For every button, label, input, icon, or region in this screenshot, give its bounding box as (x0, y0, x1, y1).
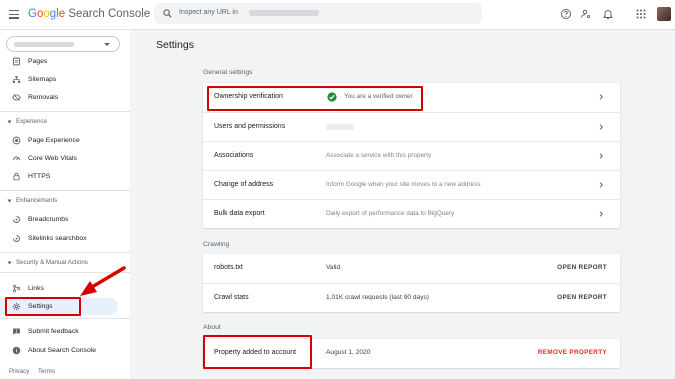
remove-property-button[interactable]: REMOVE PROPERTY (538, 349, 607, 356)
sidebar-item-submit-feedback[interactable]: Submit feedback (0, 324, 125, 338)
property-selector[interactable] (6, 36, 120, 52)
account-avatar[interactable] (657, 7, 671, 21)
breadcrumbs-icon (13, 215, 20, 223)
chevron-right-icon (599, 153, 604, 159)
sidebar-item-page-experience[interactable]: Page Experience (0, 133, 125, 147)
section-header-enhancements[interactable]: Enhancements (7, 197, 57, 204)
sidebar-item-https[interactable]: HTTPS (0, 169, 125, 183)
crawling-title: Crawling (203, 241, 230, 248)
section-header-experience[interactable]: Experience (7, 118, 47, 125)
search-icon (163, 9, 172, 18)
crawling-card: robots.txt Valid OPEN REPORT Crawl stats… (203, 254, 620, 312)
apps-grid-icon[interactable] (635, 8, 647, 20)
associations-row[interactable]: Associations Associate a service with th… (203, 141, 620, 170)
change-of-address-row[interactable]: Change of address Inform Google when you… (203, 170, 620, 199)
sidebar-item-sitemaps[interactable]: Sitemaps (0, 72, 125, 86)
app-logo[interactable]: Google Search Console (28, 8, 150, 20)
users-permissions-row[interactable]: Users and permissions (203, 112, 620, 141)
info-icon (12, 346, 21, 354)
chevron-right-icon (599, 211, 604, 217)
chevron-right-icon (599, 182, 604, 188)
expand-caret-icon (7, 261, 12, 264)
core-web-vitals-icon (13, 156, 20, 160)
robots-txt-row: robots.txt Valid OPEN REPORT (214, 264, 607, 271)
chevron-down-icon (104, 43, 110, 46)
sidebar-item-removals[interactable]: Removals (0, 90, 125, 104)
redacted-property-name (14, 42, 74, 47)
sidebar-item-links[interactable]: Links (0, 281, 125, 295)
expand-caret-icon (7, 120, 12, 123)
redacted-user-count (326, 124, 354, 130)
highlight-box-property-added (203, 335, 312, 369)
notifications-bell-icon[interactable] (602, 8, 614, 20)
sidebar-item-breadcrumbs[interactable]: Breadcrumbs (0, 212, 125, 226)
page-experience-icon (12, 136, 21, 144)
crawl-stats-row: Crawl stats 1.01K crawl requests (last 9… (203, 283, 620, 312)
lock-icon (13, 172, 20, 180)
top-app-bar: Google Search Console Inspect any URL in (0, 0, 675, 30)
chevron-right-icon (599, 94, 604, 100)
help-icon[interactable] (560, 8, 572, 20)
page-title: Settings (156, 39, 194, 51)
terms-link[interactable]: Terms (38, 368, 55, 375)
open-report-button[interactable]: OPEN REPORT (557, 294, 607, 301)
sidebar-divider (0, 111, 130, 112)
sidebar-item-sitelinks-searchbox[interactable]: Sitelinks searchbox (0, 231, 125, 245)
open-report-button[interactable]: OPEN REPORT (557, 264, 607, 271)
about-title: About (203, 324, 221, 331)
sitemaps-icon (12, 75, 21, 83)
url-inspection-search[interactable]: Inspect any URL in (154, 3, 482, 24)
sidebar-divider (0, 272, 130, 273)
pages-icon (13, 57, 20, 65)
sidebar-divider (0, 190, 130, 191)
general-settings-title: General settings (203, 69, 253, 76)
links-icon (13, 284, 21, 292)
sidebar-item-core-web-vitals[interactable]: Core Web Vitals (0, 151, 125, 165)
bulk-data-export-row[interactable]: Bulk data export Daily export of perform… (203, 199, 620, 228)
chevron-right-icon (599, 124, 604, 130)
sidebar-divider (0, 318, 130, 319)
hamburger-menu-icon[interactable] (9, 10, 19, 19)
sidebar-item-about[interactable]: About Search Console (0, 343, 125, 357)
privacy-link[interactable]: Privacy (9, 368, 29, 375)
sidebar-divider (0, 252, 130, 253)
highlight-box-settings (5, 297, 81, 316)
search-placeholder: Inspect any URL in (179, 9, 238, 16)
redacted-property-url (249, 10, 319, 16)
expand-caret-icon (7, 199, 12, 202)
sidebar-item-pages[interactable]: Pages (0, 54, 125, 68)
manage-users-icon[interactable] (580, 8, 592, 20)
feedback-icon (13, 328, 20, 335)
highlight-box-ownership (207, 86, 423, 111)
sitelinks-icon (13, 234, 20, 242)
section-header-security[interactable]: Security & Manual Actions (7, 259, 88, 266)
removals-icon (12, 93, 21, 101)
